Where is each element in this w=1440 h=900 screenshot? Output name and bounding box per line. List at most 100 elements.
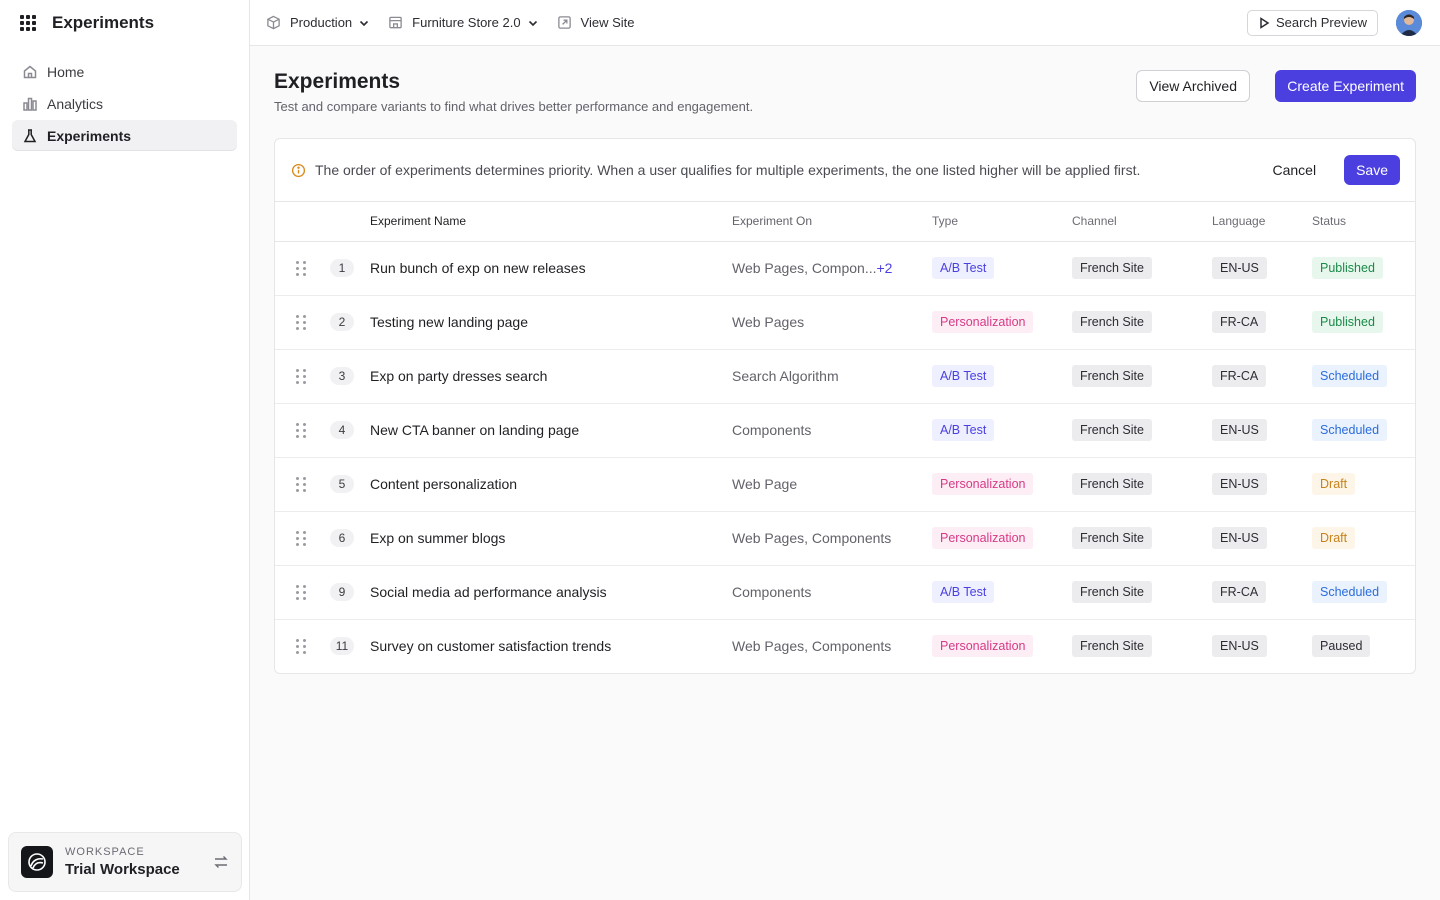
table-row[interactable]: 5 Content personalization Web Page Personal…	[275, 457, 1415, 512]
switch-icon[interactable]	[213, 854, 229, 870]
cancel-button[interactable]: Cancel	[1272, 162, 1316, 178]
info-icon	[291, 163, 306, 177]
home-icon	[23, 65, 37, 78]
type-badge: A/B Test	[932, 257, 995, 279]
experiment-on: Web Pages, Components	[732, 511, 932, 566]
drag-handle-icon[interactable]	[296, 638, 306, 654]
drag-handle-icon[interactable]	[296, 422, 306, 438]
chevron-down-icon	[528, 20, 537, 26]
language-badge: FR-CA	[1212, 581, 1267, 603]
status-badge: Scheduled	[1312, 419, 1388, 441]
column-header-channel: Channel	[1072, 202, 1212, 242]
channel-badge: French Site	[1072, 419, 1152, 441]
channel-badge: French Site	[1072, 257, 1152, 279]
type-badge: Personalization	[932, 527, 1034, 549]
type-badge: A/B Test	[932, 419, 995, 441]
experiment-on-text: Web Pages, Components	[732, 638, 892, 655]
workspace-name: Trial Workspace	[65, 861, 180, 878]
experiment-on: Web Page	[732, 457, 932, 512]
create-experiment-button[interactable]: Create Experiment	[1275, 70, 1416, 102]
table-row[interactable]: 9 Social media ad performance analysis Com…	[275, 565, 1415, 620]
status-badge: Scheduled	[1312, 365, 1388, 387]
experiment-on-text: Web Page	[732, 476, 798, 492]
page-subtitle: Test and compare variants to find what d…	[274, 99, 754, 114]
page-title: Experiments	[274, 70, 401, 93]
experiment-on: Web Pages, Compon...+2	[732, 241, 932, 296]
status-badge: Published	[1312, 311, 1383, 333]
column-header-language: Language	[1212, 202, 1312, 242]
workspace-label: WORKSPACE	[65, 846, 145, 858]
priority-number: 2	[330, 313, 354, 331]
type-badge: A/B Test	[932, 365, 995, 387]
drag-handle-icon[interactable]	[296, 314, 306, 330]
drag-handle-icon[interactable]	[296, 584, 306, 600]
drag-handle-icon[interactable]	[296, 368, 306, 384]
table-row[interactable]: 6 Exp on summer blogs Web Pages, Component…	[275, 511, 1415, 566]
workspace-logo	[21, 846, 53, 878]
experiment-name[interactable]: Content personalization	[370, 457, 732, 512]
channel-badge: French Site	[1072, 635, 1152, 658]
experiment-on-text: Components	[732, 422, 812, 438]
experiment-name[interactable]: Testing new landing page	[370, 295, 732, 350]
view-site-label: View Site	[580, 15, 635, 30]
play-icon	[1260, 16, 1270, 29]
site-selector[interactable]: Furniture Store 2.0	[388, 15, 538, 30]
status-badge: Published	[1312, 257, 1383, 279]
status-badge: Draft	[1312, 527, 1356, 549]
app-grid-icon[interactable]	[20, 15, 36, 31]
flask-icon	[23, 128, 37, 142]
drag-handle-icon[interactable]	[296, 476, 306, 492]
sidebar-item-experiments[interactable]: Experiments	[12, 120, 237, 151]
priority-notice: The order of experiments determines prio…	[275, 139, 1415, 202]
channel-badge: French Site	[1072, 581, 1152, 603]
search-preview-button[interactable]: Search Preview	[1246, 9, 1378, 36]
store-icon	[389, 16, 402, 29]
avatar[interactable]	[1396, 9, 1422, 36]
table-row[interactable]: 11 Survey on customer satisfaction trends…	[275, 619, 1415, 673]
channel-badge: French Site	[1072, 311, 1152, 333]
status-badge: Draft	[1312, 473, 1356, 495]
table-row[interactable]: 3 Exp on party dresses search Search Algor…	[275, 349, 1415, 404]
experiment-on: Web Pages	[732, 295, 932, 350]
type-badge: Personalization	[932, 635, 1034, 658]
experiment-name[interactable]: Social media ad performance analysis	[370, 565, 732, 620]
more-count[interactable]: +2	[876, 260, 892, 276]
table-row[interactable]: 2 Testing new landing page Web Pages Person…	[275, 295, 1415, 350]
search-preview-label: Search Preview	[1275, 15, 1367, 30]
priority-number: 4	[330, 421, 354, 439]
notice-text: The order of experiments determines prio…	[315, 162, 1141, 178]
experiment-name[interactable]: Exp on summer blogs	[370, 511, 732, 566]
sidebar: Experiments Home Analytics Experiments W…	[0, 0, 250, 900]
drag-handle-icon[interactable]	[296, 260, 306, 276]
experiment-on: Search Algorithm	[732, 349, 932, 404]
experiment-name[interactable]: Exp on party dresses search	[370, 349, 732, 404]
sidebar-item-home[interactable]: Home	[12, 56, 237, 87]
experiment-on: Components	[732, 565, 932, 620]
experiment-on-text: Search Algorithm	[732, 368, 839, 384]
experiment-name[interactable]: New CTA banner on landing page	[370, 403, 732, 458]
table-row[interactable]: 1 Run bunch of exp on new releases Web Pag…	[275, 241, 1415, 296]
type-badge: Personalization	[932, 473, 1034, 495]
cube-icon	[267, 15, 280, 30]
workspace-switcher[interactable]: WORKSPACE Trial Workspace	[8, 832, 242, 892]
drag-handle-icon[interactable]	[296, 530, 306, 546]
sidebar-nav: Home Analytics Experiments	[0, 46, 249, 162]
language-badge: EN-US	[1212, 527, 1267, 549]
chevron-down-icon	[360, 20, 369, 26]
app-title: Experiments	[52, 13, 155, 32]
priority-number: 9	[330, 583, 354, 601]
environment-label: Production	[290, 15, 353, 30]
status-badge: Scheduled	[1312, 581, 1388, 603]
environment-selector[interactable]: Production	[266, 15, 370, 30]
view-site-link[interactable]: View Site	[557, 15, 635, 30]
experiment-on: Components	[732, 403, 932, 458]
view-archived-button[interactable]: View Archived	[1136, 70, 1250, 102]
table-row[interactable]: 4 New CTA banner on landing page Component…	[275, 403, 1415, 458]
experiment-name[interactable]: Run bunch of exp on new releases	[370, 241, 732, 296]
channel-badge: French Site	[1072, 527, 1152, 549]
sidebar-item-analytics[interactable]: Analytics	[12, 88, 237, 119]
channel-badge: French Site	[1072, 365, 1152, 387]
experiment-name[interactable]: Survey on customer satisfaction trends	[370, 619, 732, 673]
save-button[interactable]: Save	[1344, 155, 1400, 185]
language-badge: FR-CA	[1212, 365, 1267, 387]
